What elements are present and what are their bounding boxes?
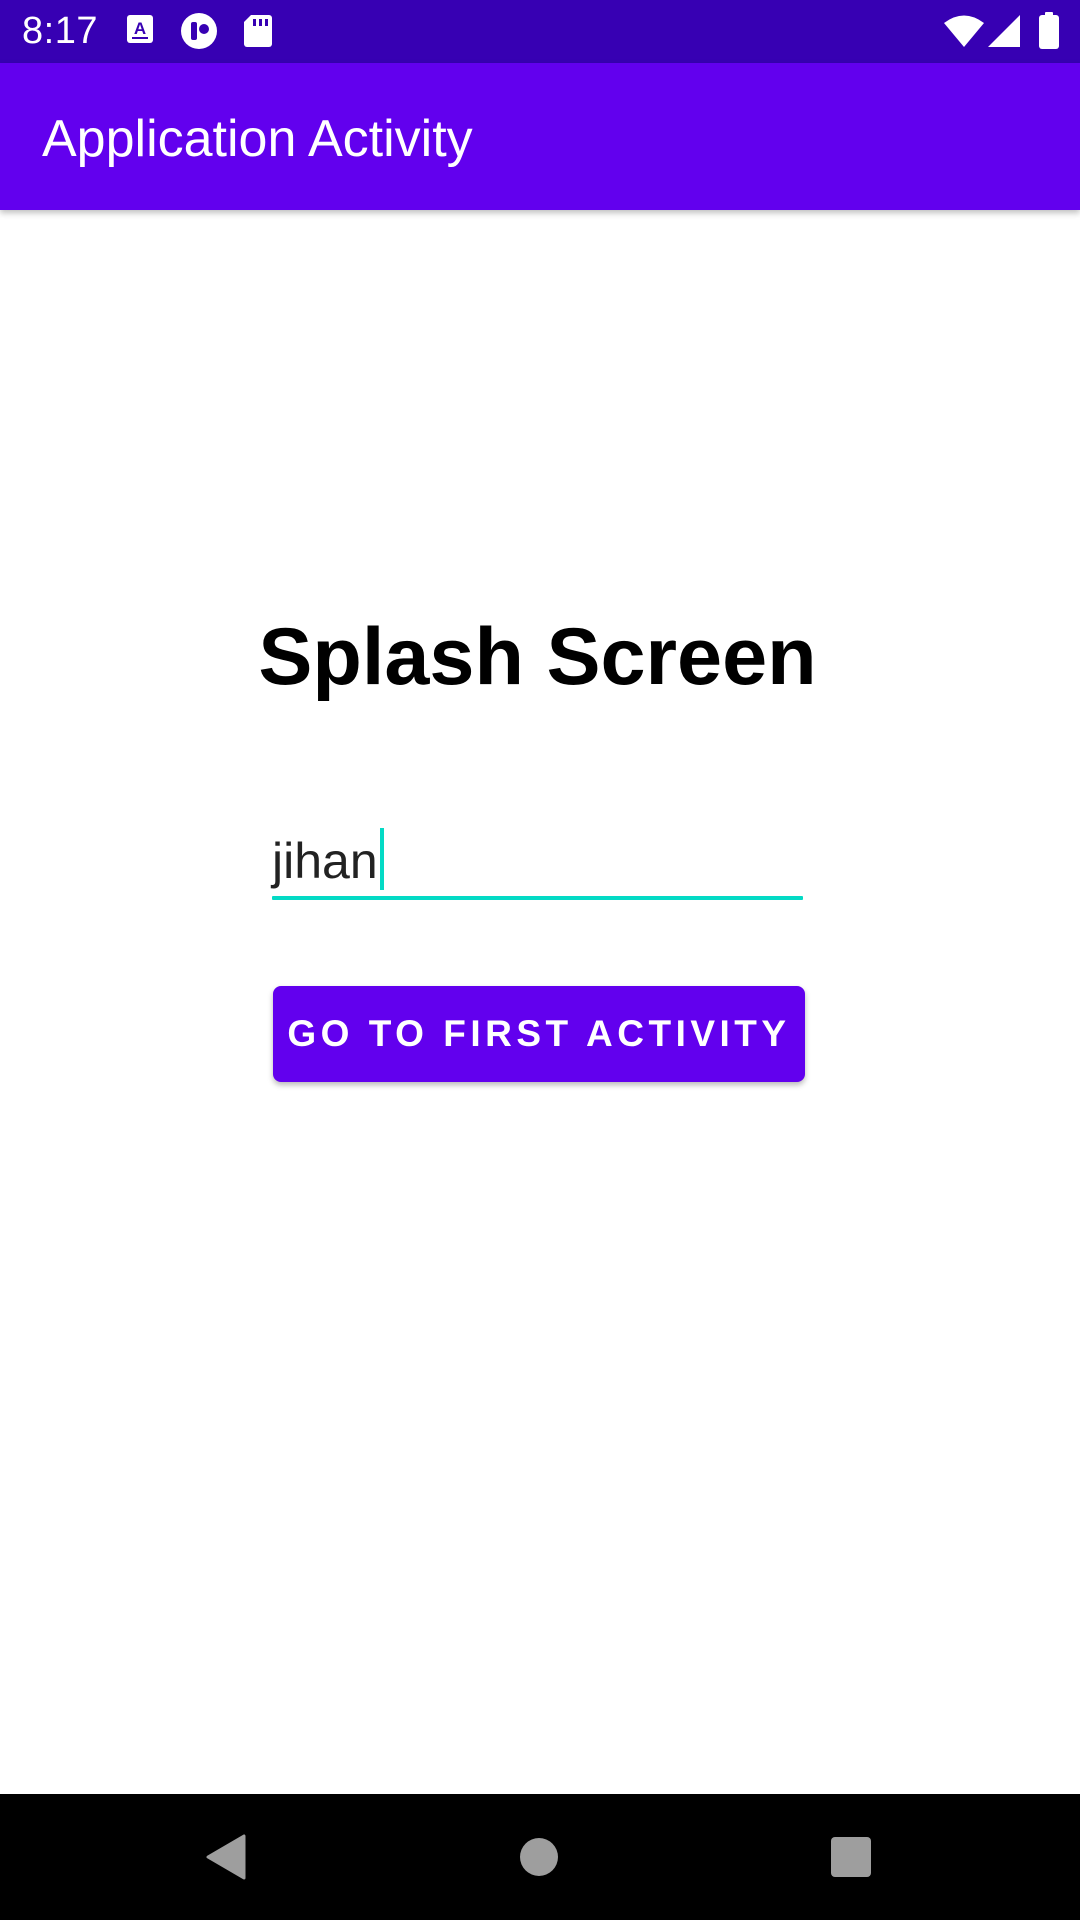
splash-heading: Splash Screen <box>258 612 817 702</box>
text-cursor <box>379 828 384 890</box>
navigation-bar <box>0 1794 1080 1920</box>
input-underline <box>272 896 803 900</box>
app-bar: Application Activity <box>0 63 1080 210</box>
home-icon[interactable] <box>506 1824 572 1890</box>
sd-card-icon <box>243 14 273 53</box>
recents-icon[interactable] <box>818 1824 884 1890</box>
screen: 8:17 A Application Activity Splash Scree… <box>0 0 1080 1920</box>
go-to-first-activity-button[interactable]: GO TO FIRST ACTIVITY <box>273 986 805 1082</box>
back-icon[interactable] <box>198 1824 264 1890</box>
text-a-notification-icon: A <box>126 14 154 49</box>
app-notification-icon <box>180 12 218 55</box>
svg-text:A: A <box>134 19 146 38</box>
status-time: 8:17 <box>22 10 98 52</box>
name-input-value: jihan <box>272 833 378 889</box>
name-input-field[interactable]: jihan <box>272 828 384 891</box>
name-input[interactable]: jihan <box>272 820 803 902</box>
cell-signal-icon <box>987 14 1021 53</box>
status-bar: 8:17 A <box>0 0 1080 63</box>
wifi-icon <box>943 14 985 53</box>
app-title: Application Activity <box>42 110 473 168</box>
battery-icon <box>1038 12 1060 55</box>
